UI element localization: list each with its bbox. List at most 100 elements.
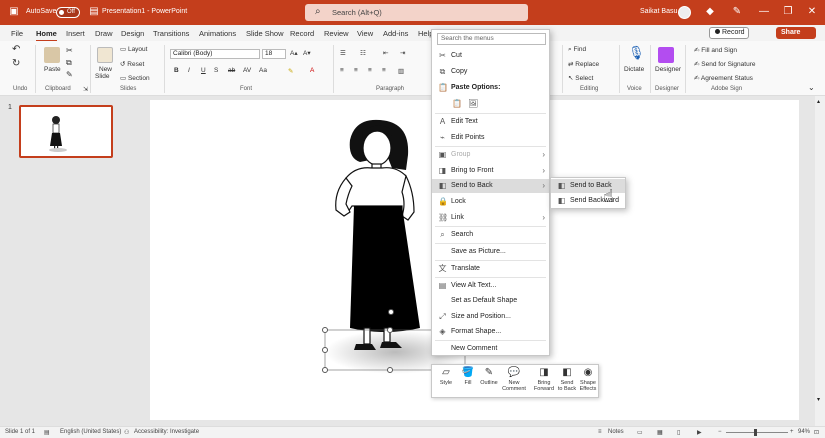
zoom-in-icon[interactable]: + xyxy=(790,429,794,435)
resize-handle[interactable] xyxy=(322,367,328,373)
new-slide-label-1[interactable]: New xyxy=(99,66,112,73)
tab-insert[interactable]: Insert xyxy=(66,29,85,38)
tab-design[interactable]: Design xyxy=(121,29,144,38)
new-slide-icon[interactable] xyxy=(97,47,113,63)
tab-draw[interactable]: Draw xyxy=(95,29,113,38)
section-button[interactable]: ▭ Section xyxy=(120,74,150,82)
bullets-icon[interactable]: ☰ xyxy=(340,49,346,57)
menu-item-new-comment[interactable]: New Comment xyxy=(432,342,549,356)
slide-sorter-icon[interactable]: ▦ xyxy=(657,429,663,436)
zoom-out-icon[interactable]: − xyxy=(718,429,722,435)
font-name-field[interactable]: Calibri (Body) xyxy=(170,49,260,59)
collapse-ribbon-icon[interactable]: ⌄ xyxy=(808,83,815,92)
zoom-slider-thumb[interactable] xyxy=(754,429,757,436)
menu-item-edit-points[interactable]: ⌁ Edit Points xyxy=(432,131,549,145)
menu-item-save-as-picture[interactable]: Save as Picture... xyxy=(432,245,549,259)
underline-icon[interactable]: U xyxy=(201,67,206,74)
menu-item-copy[interactable]: ⧉ Copy xyxy=(432,65,549,79)
fit-slide-icon[interactable]: ⊡ xyxy=(814,429,819,436)
align-left-icon[interactable]: ≡ xyxy=(340,67,344,74)
dialog-launcher-icon[interactable]: ⇲ xyxy=(83,86,88,93)
restore-icon[interactable]: ❐ xyxy=(782,6,794,18)
menu-item-lock[interactable]: 🔒 Lock xyxy=(432,195,549,209)
find-button[interactable]: ⌕ Find xyxy=(568,46,586,54)
new-slide-label-2[interactable]: Slide xyxy=(95,73,109,80)
outdent-icon[interactable]: ⇥ xyxy=(400,49,405,57)
vertical-scrollbar[interactable]: ▴ ▾ xyxy=(815,96,825,426)
shrink-font-icon[interactable]: A▾ xyxy=(303,49,311,57)
numbering-icon[interactable]: ☷ xyxy=(360,49,366,57)
scroll-up-icon[interactable]: ▴ xyxy=(817,98,820,105)
resize-handle[interactable] xyxy=(322,327,328,333)
change-case-icon[interactable]: Aa xyxy=(259,67,267,74)
char-spacing-icon[interactable]: AV xyxy=(243,67,251,74)
designer-icon[interactable] xyxy=(658,47,674,63)
shape-effects-button[interactable]: ◉ Shape Effects xyxy=(576,367,600,397)
normal-view-icon[interactable]: ▭ xyxy=(637,429,643,436)
dictate-button[interactable]: Dictate xyxy=(624,66,644,73)
zoom-slider[interactable] xyxy=(726,432,788,433)
justify-icon[interactable]: ≡ xyxy=(382,67,386,74)
slide-thumbnail[interactable] xyxy=(19,105,113,158)
close-icon[interactable]: ✕ xyxy=(806,6,818,18)
font-color-icon[interactable]: A xyxy=(310,67,314,74)
format-painter-icon[interactable]: ✎ xyxy=(66,70,73,79)
align-center-icon[interactable]: ≡ xyxy=(354,67,358,74)
language-indicator[interactable]: English (United States) xyxy=(60,429,121,435)
diamond-icon[interactable]: ◆ xyxy=(704,6,716,18)
menu-item-edit-text[interactable]: A Edit Text xyxy=(432,115,549,129)
select-button[interactable]: ↖ Select xyxy=(568,74,593,82)
tab-review[interactable]: Review xyxy=(324,29,349,38)
menu-item-send-to-back[interactable]: ◧ Send to Back › xyxy=(432,179,549,193)
paste-button[interactable]: Paste xyxy=(44,66,61,73)
menu-item-search[interactable]: ⌕ Search xyxy=(432,228,549,242)
accessibility-status[interactable]: Accessibility: Investigate xyxy=(134,429,199,435)
microphone-icon[interactable]: 🎙 xyxy=(628,45,645,61)
fill-sign-button[interactable]: ✍ Fill and Sign xyxy=(694,46,737,54)
send-signature-button[interactable]: ✍ Send for Signature xyxy=(694,60,755,68)
menu-item-view-alt-text[interactable]: ▤ View Alt Text... xyxy=(432,279,549,293)
reset-button[interactable]: ↺ Reset xyxy=(120,60,144,68)
highlight-icon[interactable]: ✎ xyxy=(288,67,293,75)
align-right-icon[interactable]: ≡ xyxy=(368,67,372,74)
tab-animations[interactable]: Animations xyxy=(199,29,236,38)
paste-picture-icon[interactable]: 🖼 xyxy=(468,99,478,108)
search-box[interactable]: ⌕ Search (Alt+Q) xyxy=(305,4,528,21)
cut-icon[interactable]: ✂ xyxy=(66,46,73,55)
bold-icon[interactable]: B xyxy=(174,67,179,74)
menu-item-link[interactable]: ⛓ Link › xyxy=(432,211,549,225)
font-size-field[interactable]: 18 xyxy=(262,49,286,59)
columns-icon[interactable]: ▥ xyxy=(398,67,404,75)
avatar[interactable] xyxy=(678,6,691,19)
grow-font-icon[interactable]: A▴ xyxy=(290,49,298,57)
zoom-level[interactable]: 94% xyxy=(798,429,810,435)
bring-forward-button[interactable]: ◨ Bring Forward xyxy=(532,367,556,397)
tab-view[interactable]: View xyxy=(357,29,373,38)
reading-view-icon[interactable]: ▯ xyxy=(677,429,680,436)
menu-item-translate[interactable]: 文 Translate xyxy=(432,262,549,276)
style-button[interactable]: ▱ Style xyxy=(434,367,458,397)
menu-item-format-shape[interactable]: ◈ Format Shape... xyxy=(432,325,549,339)
resize-handle[interactable] xyxy=(387,327,393,333)
notes-button[interactable]: Notes xyxy=(608,429,624,435)
menu-item-group[interactable]: ▣ Group › xyxy=(432,148,549,162)
paste-keep-source-icon[interactable]: 📋 xyxy=(452,99,462,108)
paste-icon[interactable] xyxy=(44,47,60,63)
resize-handle[interactable] xyxy=(322,347,328,353)
autosave-toggle[interactable]: Off xyxy=(56,7,80,18)
scroll-down-icon[interactable]: ▾ xyxy=(817,396,820,403)
tab-slide-show[interactable]: Slide Show xyxy=(246,29,284,38)
layout-button[interactable]: ▭ Layout xyxy=(120,45,147,53)
new-comment-button[interactable]: 💬 New Comment xyxy=(502,367,526,397)
tab-home[interactable]: Home xyxy=(36,29,57,42)
indent-icon[interactable]: ⇤ xyxy=(383,49,388,57)
menu-item-set-default-shape[interactable]: Set as Default Shape xyxy=(432,294,549,308)
slideshow-view-icon[interactable]: ▶ xyxy=(697,429,702,436)
menu-item-cut[interactable]: ✂ Cut xyxy=(432,49,549,63)
menu-item-bring-to-front[interactable]: ◨ Bring to Front › xyxy=(432,164,549,178)
tab-record[interactable]: Record xyxy=(290,29,314,38)
menu-item-size-position[interactable]: ⤢ Size and Position... xyxy=(432,310,549,324)
strikethrough-icon[interactable]: ab xyxy=(228,67,235,74)
minimize-icon[interactable]: — xyxy=(758,6,770,18)
pen-icon[interactable]: ✎ xyxy=(731,6,743,18)
